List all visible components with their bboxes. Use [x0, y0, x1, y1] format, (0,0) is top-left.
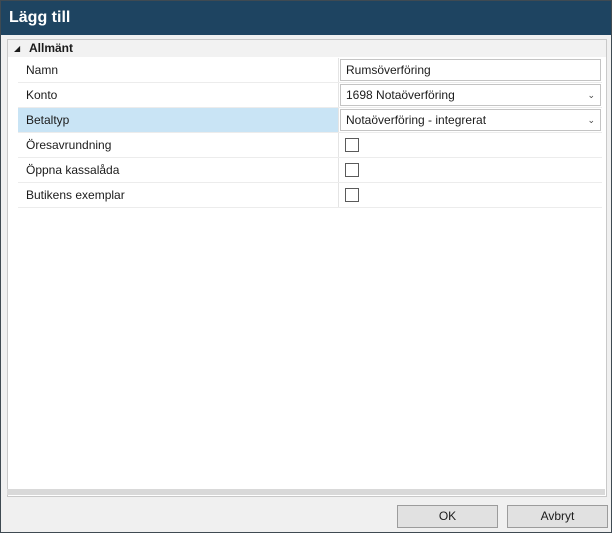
cancel-button[interactable]: Avbryt [507, 505, 608, 528]
property-row-namn: Namn Rumsöverföring [18, 58, 602, 83]
property-row-oresavrundning: Öresavrundning [18, 133, 602, 158]
property-label-butikens-exemplar: Butikens exemplar [18, 183, 339, 207]
betaltyp-selected-value: Notaöverföring - integrerat [346, 113, 487, 127]
oresavrundning-checkbox[interactable] [345, 138, 359, 152]
namn-input[interactable]: Rumsöverföring [340, 59, 601, 81]
property-label-oppna-kassalada: Öppna kassalåda [18, 158, 339, 182]
butikens-exemplar-checkbox[interactable] [345, 188, 359, 202]
ok-button[interactable]: OK [397, 505, 498, 528]
dialog-window: Lägg till ◢ Allmänt Namn Rumsöverföring … [0, 0, 612, 533]
collapse-triangle-icon[interactable]: ◢ [14, 40, 20, 57]
konto-selected-value: 1698 Notaöverföring [346, 88, 455, 102]
property-row-oppna-kassalada: Öppna kassalåda [18, 158, 602, 183]
property-label-konto: Konto [18, 83, 339, 107]
property-row-konto: Konto 1698 Notaöverföring ⌄ [18, 83, 602, 108]
property-label-betaltyp: Betaltyp [18, 108, 339, 132]
group-label: Allmänt [29, 41, 74, 55]
dialog-title: Lägg till [1, 1, 611, 35]
oppna-kassalada-checkbox[interactable] [345, 163, 359, 177]
property-label-oresavrundning: Öresavrundning [18, 133, 339, 157]
property-row-butikens-exemplar: Butikens exemplar [18, 183, 602, 208]
property-label-namn: Namn [18, 58, 339, 82]
chevron-down-icon[interactable]: ⌄ [587, 110, 595, 130]
betaltyp-dropdown[interactable]: Notaöverföring - integrerat ⌄ [340, 109, 601, 131]
panel-bottom-strip [7, 489, 605, 495]
property-row-betaltyp: Betaltyp Notaöverföring - integrerat ⌄ [18, 108, 602, 133]
property-grid: ◢ Allmänt Namn Rumsöverföring Konto 1698… [7, 39, 607, 497]
group-header-allmant[interactable]: ◢ Allmänt [8, 40, 606, 57]
chevron-down-icon[interactable]: ⌄ [587, 85, 595, 105]
konto-dropdown[interactable]: 1698 Notaöverföring ⌄ [340, 84, 601, 106]
